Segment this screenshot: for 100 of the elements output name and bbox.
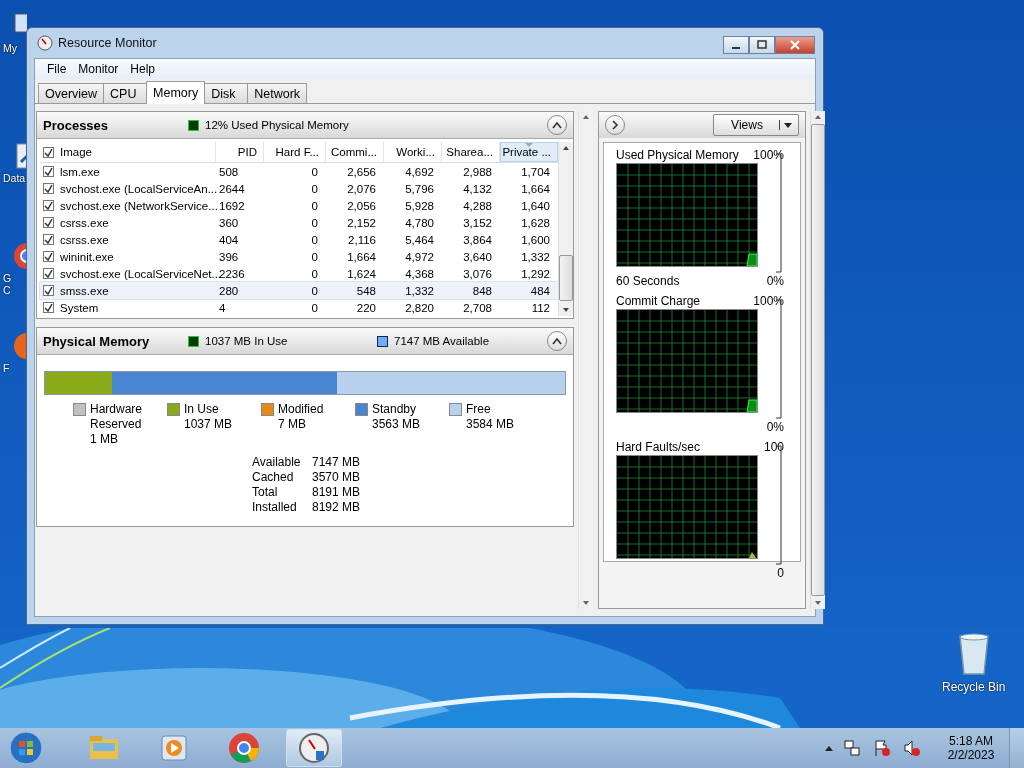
chevron-icon xyxy=(552,121,562,129)
menu-item[interactable]: Monitor xyxy=(72,62,125,76)
table-cell-text: 4,368 xyxy=(404,267,435,280)
table-row[interactable]: svchost.exe (NetworkService...1692 0 2,056 5,928 4,288 1,640 xyxy=(40,197,558,214)
checkbox[interactable] xyxy=(43,146,54,158)
table-cell-text: 4 xyxy=(218,301,227,314)
collapse-button[interactable] xyxy=(547,115,567,135)
flag-icon[interactable] xyxy=(873,739,891,757)
scroll-up-icon[interactable] xyxy=(562,145,570,151)
maximize-icon xyxy=(757,40,767,50)
table-row[interactable]: smss.exe 280 0 548 1,332 848 484 xyxy=(40,282,558,299)
scroll-down-icon[interactable] xyxy=(562,307,570,313)
legend-label: Free xyxy=(466,402,492,417)
desktop-icon-label[interactable]: G xyxy=(3,272,12,284)
menu-item[interactable]: Help xyxy=(124,62,162,76)
stat-label: Total xyxy=(252,485,279,500)
legend-label: In Use xyxy=(184,402,220,417)
desktop-icon-label[interactable]: C xyxy=(3,284,11,296)
table-cell-text: 3,152 xyxy=(462,216,493,229)
desktop-icon-label[interactable]: Data xyxy=(3,172,26,184)
collapse-button[interactable] xyxy=(547,331,567,351)
column-header[interactable]: Image xyxy=(60,146,92,158)
stat-value: 3570 MB xyxy=(312,470,361,485)
legend-value: 3584 MB xyxy=(466,417,515,432)
table-cell-text: 2,056 xyxy=(346,199,377,212)
table-row[interactable]: lsm.exe 508 0 2,656 4,692 2,988 1,704 xyxy=(40,163,558,180)
tab[interactable]: Network xyxy=(247,83,308,103)
summary-text: 12% Used Physical Memory xyxy=(205,119,349,131)
scroll-up-icon[interactable] xyxy=(814,114,822,120)
table-cell: svchost.exe (LocalServiceAn... xyxy=(60,182,218,195)
table-cell: System xyxy=(60,301,99,314)
column-header[interactable]: Private ... xyxy=(500,142,558,162)
scrollbar[interactable] xyxy=(810,111,825,609)
chevron-icon xyxy=(611,120,619,130)
start-button[interactable] xyxy=(6,728,46,768)
tab[interactable]: Memory xyxy=(146,81,206,104)
window-title: Resource Monitor xyxy=(58,36,157,50)
table-cell-text: 0 xyxy=(310,301,319,314)
tab[interactable]: CPU xyxy=(103,83,148,103)
table-cell-text: 484 xyxy=(529,284,551,297)
checkbox[interactable] xyxy=(43,200,54,211)
table-row[interactable]: svchost.exe (LocalServiceAn...2644 0 2,076 5,796 4,132 1,664 xyxy=(40,180,558,197)
desktop-icon-label[interactable]: Recycle Bin xyxy=(942,680,1006,694)
table-cell-text: 508 xyxy=(218,165,240,178)
column-header[interactable]: PID xyxy=(216,142,264,162)
expand-button[interactable] xyxy=(605,115,625,135)
show-hidden-icons-button[interactable] xyxy=(825,745,833,751)
checkbox[interactable] xyxy=(43,302,54,313)
checkbox[interactable] xyxy=(43,166,54,177)
table-cell-text: 1,628 xyxy=(520,216,551,229)
table-cell-text: 1,664 xyxy=(520,182,551,195)
scroll-down-icon[interactable] xyxy=(581,600,590,606)
column-header[interactable]: Worki... xyxy=(384,142,442,162)
table-row[interactable]: csrss.exe 360 0 2,152 4,780 3,152 1,628 xyxy=(40,214,558,231)
gauge-icon[interactable] xyxy=(286,729,342,767)
checkbox[interactable] xyxy=(43,268,54,279)
scrollbar[interactable] xyxy=(558,142,573,316)
section-title: Processes xyxy=(43,117,110,133)
scroll-down-icon[interactable] xyxy=(814,600,822,606)
network-icon[interactable] xyxy=(843,739,861,757)
close-button[interactable] xyxy=(775,36,815,54)
minimize-icon xyxy=(732,47,740,49)
table-cell-text: 0 xyxy=(310,284,319,297)
legend-swatch xyxy=(188,335,199,347)
stat-label: Installed xyxy=(252,500,298,515)
stat-value: 8192 MB xyxy=(312,500,361,515)
tab[interactable]: Disk xyxy=(204,83,249,103)
table-row[interactable]: System 4 0 220 2,820 2,708 112 xyxy=(40,299,558,316)
maximize-button[interactable] xyxy=(749,36,775,54)
clock-time[interactable]: 5:18 AM xyxy=(949,734,993,748)
table-cell-text: 1,624 xyxy=(346,267,377,280)
desktop-icon-label[interactable]: My xyxy=(3,42,17,54)
table-cell-text: 2,656 xyxy=(346,165,377,178)
minimize-button[interactable] xyxy=(723,36,749,54)
graph-min-label: 0% xyxy=(766,420,784,434)
table-row[interactable]: svchost.exe (LocalServiceNet...2236 0 1,624 4,368 3,076 1,292 xyxy=(40,265,558,282)
column-header[interactable]: Commi... xyxy=(326,142,384,162)
speaker-icon[interactable] xyxy=(903,739,921,757)
table-row[interactable]: wininit.exe 396 0 1,664 4,972 3,640 1,332 xyxy=(40,248,558,265)
table-row[interactable]: csrss.exe 404 0 2,116 5,464 3,864 1,600 xyxy=(40,231,558,248)
scroll-up-icon[interactable] xyxy=(581,114,590,120)
checkbox[interactable] xyxy=(43,217,54,228)
checkbox[interactable] xyxy=(43,285,54,296)
checkbox[interactable] xyxy=(43,234,54,245)
graph-title: Commit Charge xyxy=(616,294,701,308)
tab[interactable]: Overview xyxy=(38,83,105,103)
table-cell-text: 5,796 xyxy=(404,182,435,195)
checkbox[interactable] xyxy=(43,183,54,194)
stat-label: Available xyxy=(252,455,302,470)
column-header[interactable]: Hard F... xyxy=(264,142,326,162)
clock-date[interactable]: 2/2/2023 xyxy=(947,748,995,762)
desktop-icon-label[interactable]: F xyxy=(3,362,10,374)
table-cell: csrss.exe xyxy=(60,216,109,229)
graph-max-label: 100 xyxy=(763,440,784,454)
graph-max-label: 100% xyxy=(753,294,784,308)
checkbox[interactable] xyxy=(43,251,54,262)
menu-item[interactable]: File xyxy=(41,62,73,76)
table-cell-text: 1,664 xyxy=(346,250,377,263)
table-cell-text: 280 xyxy=(218,284,240,297)
views-button[interactable]: Views xyxy=(713,114,799,136)
